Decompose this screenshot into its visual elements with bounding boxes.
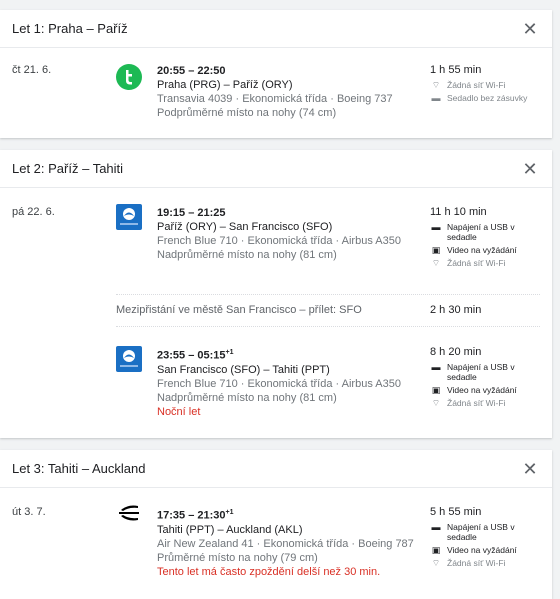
flight-info: 19:15 – 21:25 Paříž (ORY) – San Francisc…: [157, 206, 401, 262]
layover-text: Mezipřistání ve městě San Francisco – př…: [116, 304, 362, 316]
amenity-item: ⌔ Žádná síť Wi-Fi: [431, 398, 506, 408]
close-icon[interactable]: ✕: [520, 460, 540, 478]
layover-duration: 2 h 30 min: [430, 304, 482, 316]
leg-title: Let 1: Praha – Paříž: [12, 21, 128, 36]
flight-meta: French Blue 710 · Ekonomická třída · Air…: [157, 377, 401, 390]
flight-right-column: 5 h 55 min ▬ Napájení a USB v sedadle ▣ Vi…: [430, 506, 517, 571]
amenity-item: ▬ Napájení a USB v sedadle: [431, 222, 515, 242]
amenity-item: ⌔ Žádná síť Wi-Fi: [431, 558, 506, 568]
leg-header[interactable]: Let 2: Paříž – Tahiti ✕: [0, 150, 552, 188]
flight-note: Tento let má často zpoždění delší než 30…: [157, 565, 381, 578]
leg-card-1: Let 1: Praha – Paříž ✕ čt 21. 6. 20:55 –…: [0, 10, 552, 138]
wifi-off-icon: ⌔: [431, 258, 441, 268]
amenity-item: ▣ Video na vyžádání: [431, 385, 517, 395]
tv-icon: ▣: [431, 385, 441, 395]
amenity-item: ▬ Napájení a USB v sedadle: [431, 362, 515, 382]
flight-right-column: 8 h 20 min ▬ Napájení a USB v sedadle ▣ Vi…: [430, 346, 517, 411]
flight-segment: čt 21. 6. 20:55 – 22:50 Praha (PRG) – Pa…: [0, 48, 552, 138]
leg-header[interactable]: Let 1: Praha – Paříž ✕: [0, 10, 552, 48]
amenity-item: ⌔ Žádná síť Wi-Fi: [431, 258, 506, 268]
airnewzealand-logo: [119, 505, 139, 521]
flight-segment: pá 22. 6. 19:15 – 21:25 Paříž (ORY) – Sa…: [0, 188, 552, 288]
flight-right-column: 11 h 10 min ▬ Napájení a USB v sedadle ▣ V…: [430, 206, 517, 271]
flight-duration: 8 h 20 min: [430, 346, 482, 358]
amenity-item: ▬ Napájení a USB v sedadle: [431, 522, 515, 542]
wifi-off-icon: ⌔: [431, 398, 441, 408]
flight-meta: Air New Zealand 41 · Ekonomická třída · …: [157, 537, 414, 550]
leg-header[interactable]: Let 3: Tahiti – Auckland ✕: [0, 450, 552, 488]
leg-title: Let 2: Paříž – Tahiti: [12, 161, 124, 176]
flight-note: Noční let: [157, 405, 201, 418]
divider: [116, 294, 540, 295]
flight-info: 20:55 – 22:50 Praha (PRG) – Paříž (ORY) …: [157, 64, 393, 120]
tv-icon: ▣: [431, 245, 441, 255]
flight-duration: 5 h 55 min: [430, 506, 482, 518]
flight-date: čt 21. 6.: [12, 64, 52, 76]
flight-times: 23:55 – 05:15+1: [157, 349, 234, 362]
flight-legroom: Nadprůměrné místo na nohy (81 cm): [157, 249, 337, 261]
flight-date: út 3. 7.: [12, 506, 46, 518]
wifi-off-icon: ⌔: [431, 558, 441, 568]
flight-route: Praha (PRG) – Paříž (ORY): [157, 79, 293, 91]
flight-info: 17:35 – 21:30+1 Tahiti (PPT) – Auckland …: [157, 506, 414, 579]
leg-card-2: Let 2: Paříž – Tahiti ✕ pá 22. 6. 19:15 …: [0, 150, 552, 438]
wifi-off-icon: ⌔: [431, 80, 441, 90]
flight-route: San Francisco (SFO) – Tahiti (PPT): [157, 363, 330, 376]
flight-info: 23:55 – 05:15+1 San Francisco (SFO) – Ta…: [157, 346, 401, 419]
transavia-logo: [116, 64, 142, 90]
power-plug-icon: ▬: [431, 222, 441, 232]
divider: [116, 326, 540, 327]
flight-route: Paříž (ORY) – San Francisco (SFO): [157, 221, 333, 233]
leg-card-3: Let 3: Tahiti – Auckland ✕ út 3. 7. 17:3…: [0, 450, 552, 599]
flight-duration: 1 h 55 min: [430, 64, 482, 76]
flight-duration: 11 h 10 min: [430, 206, 487, 218]
flight-route: Tahiti (PPT) – Auckland (AKL): [157, 523, 303, 536]
flight-meta: Transavia 4039 · Ekonomická třída · Boei…: [157, 93, 393, 105]
leg-title: Let 3: Tahiti – Auckland: [12, 461, 146, 476]
close-icon[interactable]: ✕: [520, 20, 540, 38]
frenchblue-logo: [116, 204, 142, 230]
flight-legroom: Nadprůměrné místo na nohy (81 cm): [157, 391, 337, 404]
flight-legroom: Podprůměrné místo na nohy (74 cm): [157, 107, 337, 119]
flight-times: 20:55 – 22:50: [157, 65, 226, 77]
amenity-item: ⌔ Žádná síť Wi-Fi: [431, 80, 506, 90]
close-icon[interactable]: ✕: [520, 160, 540, 178]
frenchblue-logo: [116, 346, 142, 372]
flight-legroom: Průměrné místo na nohy (79 cm): [157, 551, 318, 564]
tv-icon: ▣: [431, 545, 441, 555]
flight-segment: 23:55 – 05:15+1 San Francisco (SFO) – Ta…: [0, 338, 552, 438]
plug-off-icon: ▬: [431, 93, 441, 103]
flight-times: 19:15 – 21:25: [157, 207, 226, 219]
amenity-item: ▣ Video na vyžádání: [431, 545, 517, 555]
flight-times: 17:35 – 21:30+1: [157, 509, 234, 522]
amenity-item: ▣ Video na vyžádání: [431, 245, 517, 255]
power-plug-icon: ▬: [431, 362, 441, 372]
power-plug-icon: ▬: [431, 522, 441, 532]
flight-segment: út 3. 7. 17:35 – 21:30+1 Tahiti (PPT) – …: [0, 488, 552, 598]
flight-date: pá 22. 6.: [12, 206, 55, 218]
flight-right-column: 1 h 55 min ⌔ Žádná síť Wi-Fi ▬ Sedadlo bez…: [430, 64, 527, 106]
amenity-item: ▬ Sedadlo bez zásuvky: [431, 93, 528, 103]
flight-meta: French Blue 710 · Ekonomická třída · Air…: [157, 235, 401, 247]
